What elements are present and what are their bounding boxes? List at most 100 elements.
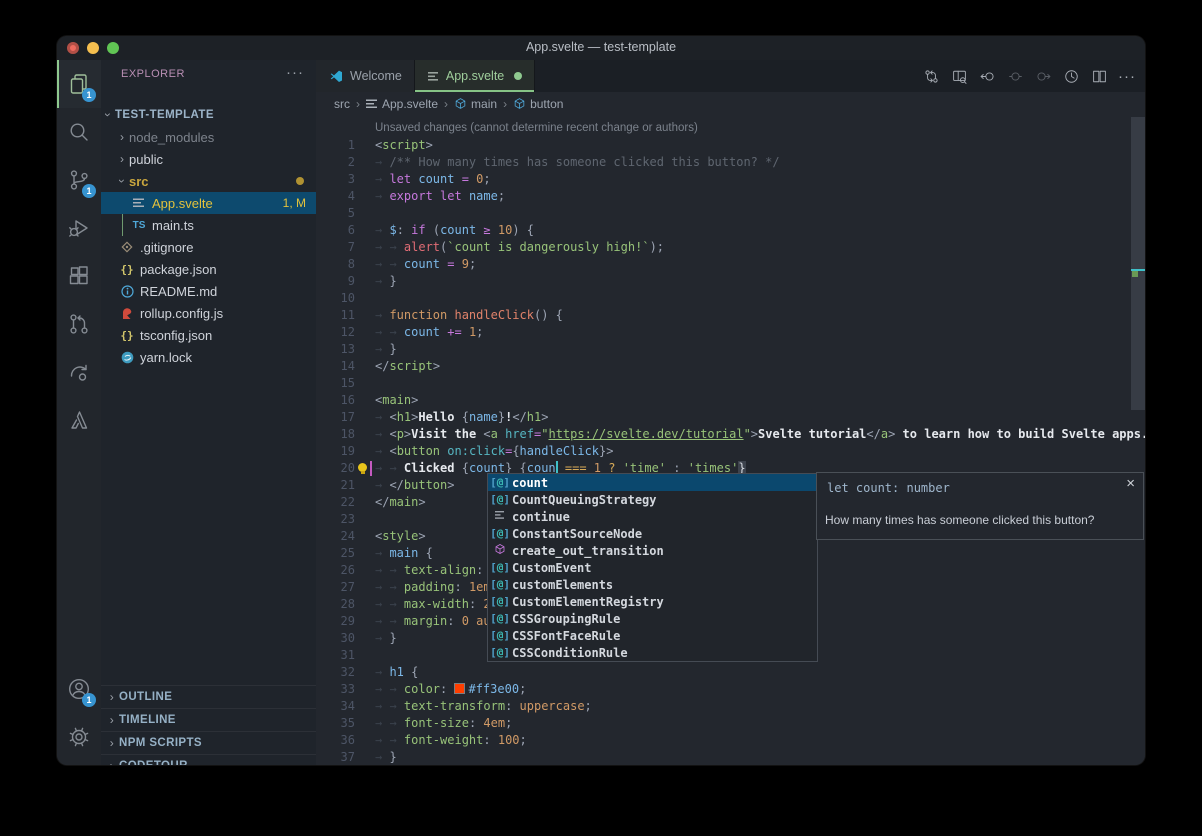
editor-scrollbar[interactable] bbox=[1131, 117, 1145, 410]
lightbulb-icon[interactable] bbox=[358, 463, 367, 472]
breadcrumb-main[interactable]: main bbox=[454, 97, 497, 111]
activity-settings[interactable] bbox=[57, 713, 101, 761]
code-line-18[interactable]: 18→ <p>Visit the <a href="https://svelte… bbox=[316, 426, 1145, 443]
code-line-17[interactable]: 17→ <h1>Hello {name}!</h1> bbox=[316, 409, 1145, 426]
breadcrumb-src[interactable]: src bbox=[334, 97, 350, 111]
code-line-6[interactable]: 6→ $: if (count ≥ 10) { bbox=[316, 222, 1145, 239]
suggest-item-CSSFontFaceRule[interactable]: [@]CSSFontFaceRule bbox=[488, 627, 817, 644]
code-line-4[interactable]: 4→ export let name; bbox=[316, 188, 1145, 205]
activity-search[interactable] bbox=[57, 108, 101, 156]
suggest-item-continue[interactable]: continue bbox=[488, 508, 817, 525]
code-line-8[interactable]: 8→ → count = 9; bbox=[316, 256, 1145, 273]
code-line-32[interactable]: 32→ h1 { bbox=[316, 664, 1145, 681]
gutter-glyph-margin bbox=[355, 613, 375, 630]
svelte-file-icon bbox=[366, 98, 378, 110]
settings-icon bbox=[66, 724, 92, 750]
color-swatch[interactable] bbox=[455, 684, 464, 693]
explorer-more-actions-icon[interactable]: ··· bbox=[286, 64, 304, 81]
tree-item-public[interactable]: ›public bbox=[101, 148, 316, 170]
code-line-12[interactable]: 12→ → count += 1; bbox=[316, 324, 1145, 341]
section-outline[interactable]: ›OUTLINE bbox=[101, 685, 316, 708]
code-line-5[interactable]: 5 bbox=[316, 205, 1145, 222]
tree-root-test-template[interactable]: › TEST-TEMPLATE bbox=[101, 104, 316, 126]
activity-extensions[interactable] bbox=[57, 252, 101, 300]
gutter-glyph-margin bbox=[355, 596, 375, 613]
section-timeline[interactable]: ›TIMELINE bbox=[101, 708, 316, 731]
suggest-item-ConstantSourceNode[interactable]: [@]ConstantSourceNode bbox=[488, 525, 817, 542]
breadcrumb-button[interactable]: button bbox=[513, 97, 563, 111]
section-npm-scripts[interactable]: ›NPM SCRIPTS bbox=[101, 731, 316, 754]
code-line-11[interactable]: 11→ function handleClick() { bbox=[316, 307, 1145, 324]
gutter-glyph-margin bbox=[355, 494, 375, 511]
activity-account[interactable]: 1 bbox=[57, 665, 101, 713]
gutter-glyph-margin bbox=[355, 324, 375, 341]
activity-explorer[interactable]: 1 bbox=[57, 60, 101, 108]
more-actions-icon[interactable]: ··· bbox=[1115, 64, 1139, 88]
code-line-33[interactable]: 33→ → color: #ff3e00; bbox=[316, 681, 1145, 698]
dirty-indicator-icon[interactable] bbox=[514, 72, 522, 80]
open-preview-icon[interactable] bbox=[947, 64, 971, 88]
code-editor[interactable]: Unsaved changes (cannot determine recent… bbox=[316, 115, 1145, 765]
code-line-9[interactable]: 9→ } bbox=[316, 273, 1145, 290]
code-line-1[interactable]: 1<script> bbox=[316, 137, 1145, 154]
suggest-item-customElements[interactable]: [@]customElements bbox=[488, 576, 817, 593]
next-change-icon[interactable] bbox=[1031, 64, 1055, 88]
tree-item-package.json[interactable]: {}package.json bbox=[101, 258, 316, 280]
line-number: 23 bbox=[316, 511, 355, 528]
gutter-glyph-margin bbox=[355, 698, 375, 715]
tree-item-rollup.config.js[interactable]: rollup.config.js bbox=[101, 302, 316, 324]
pull-requests-icon bbox=[66, 311, 92, 337]
code-line-10[interactable]: 10 bbox=[316, 290, 1145, 307]
tree-item-App.svelte[interactable]: App.svelte1, M bbox=[101, 192, 316, 214]
split-editor-icon[interactable] bbox=[1087, 64, 1111, 88]
tab-welcome[interactable]: Welcome bbox=[316, 60, 415, 92]
suggest-item-create_out_transition[interactable]: create_out_transition bbox=[488, 542, 817, 559]
code-line-7[interactable]: 7→ → alert(`count is dangerously high!`)… bbox=[316, 239, 1145, 256]
activity-azure[interactable] bbox=[57, 396, 101, 444]
tree-item-.gitignore[interactable]: .gitignore bbox=[101, 236, 316, 258]
tree-item-yarn.lock[interactable]: yarn.lock bbox=[101, 346, 316, 368]
tree-item-src[interactable]: ›src bbox=[101, 170, 316, 192]
tree-item-main.ts[interactable]: TSmain.ts bbox=[101, 214, 316, 236]
suggest-item-CSSGroupingRule[interactable]: [@]CSSGroupingRule bbox=[488, 610, 817, 627]
code-line-34[interactable]: 34→ → text-transform: uppercase; bbox=[316, 698, 1145, 715]
code-line-19[interactable]: 19→ <button on:click={handleClick}> bbox=[316, 443, 1145, 460]
suggest-item-CSSConditionRule[interactable]: [@]CSSConditionRule bbox=[488, 644, 817, 661]
line-number: 33 bbox=[316, 681, 355, 698]
code-line-16[interactable]: 16<main> bbox=[316, 392, 1145, 409]
suggest-item-CountQueuingStrategy[interactable]: [@]CountQueuingStrategy bbox=[488, 491, 817, 508]
tab-app-svelte[interactable]: App.svelte bbox=[415, 60, 535, 92]
code-line-2[interactable]: 2→ /** How many times has someone clicke… bbox=[316, 154, 1145, 171]
code-line-36[interactable]: 36→ → font-weight: 100; bbox=[316, 732, 1145, 749]
tree-item-README.md[interactable]: README.md bbox=[101, 280, 316, 302]
code-line-35[interactable]: 35→ → font-size: 4em; bbox=[316, 715, 1145, 732]
tree-item-tsconfig.json[interactable]: {}tsconfig.json bbox=[101, 324, 316, 346]
close-icon[interactable]: × bbox=[1126, 475, 1135, 492]
suggest-item-CustomEvent[interactable]: [@]CustomEvent bbox=[488, 559, 817, 576]
code-line-3[interactable]: 3→ let count = 0; bbox=[316, 171, 1145, 188]
activity-pull-requests[interactable] bbox=[57, 300, 101, 348]
timeline-clock-icon[interactable] bbox=[1059, 64, 1083, 88]
prev-change-icon[interactable] bbox=[975, 64, 999, 88]
suggest-item-count[interactable]: [@]count bbox=[488, 474, 817, 491]
tree-item-label: main.ts bbox=[152, 218, 194, 233]
suggest-item-CustomElementRegistry[interactable]: [@]CustomElementRegistry bbox=[488, 593, 817, 610]
code-line-37[interactable]: 37→ } bbox=[316, 749, 1145, 765]
git-compare-icon[interactable] bbox=[919, 64, 943, 88]
breadcrumb-app.svelte[interactable]: App.svelte bbox=[366, 97, 438, 111]
activity-source-control[interactable]: 1 bbox=[57, 156, 101, 204]
line-number: 3 bbox=[316, 171, 355, 188]
gutter-glyph-margin bbox=[355, 562, 375, 579]
activity-live-share[interactable] bbox=[57, 348, 101, 396]
tree-item-node_modules[interactable]: ›node_modules bbox=[101, 126, 316, 148]
code-line-14[interactable]: 14</script> bbox=[316, 358, 1145, 375]
section-codetour[interactable]: ›CODETOUR bbox=[101, 754, 316, 765]
activity-run-debug[interactable] bbox=[57, 204, 101, 252]
line-number: 15 bbox=[316, 375, 355, 392]
code-line-15[interactable]: 15 bbox=[316, 375, 1145, 392]
gutter-glyph-margin bbox=[355, 256, 375, 273]
code-line-13[interactable]: 13→ } bbox=[316, 341, 1145, 358]
line-number: 16 bbox=[316, 392, 355, 409]
overview-ruler-modified-mark bbox=[1132, 271, 1138, 277]
change-dot-icon[interactable] bbox=[1003, 64, 1027, 88]
